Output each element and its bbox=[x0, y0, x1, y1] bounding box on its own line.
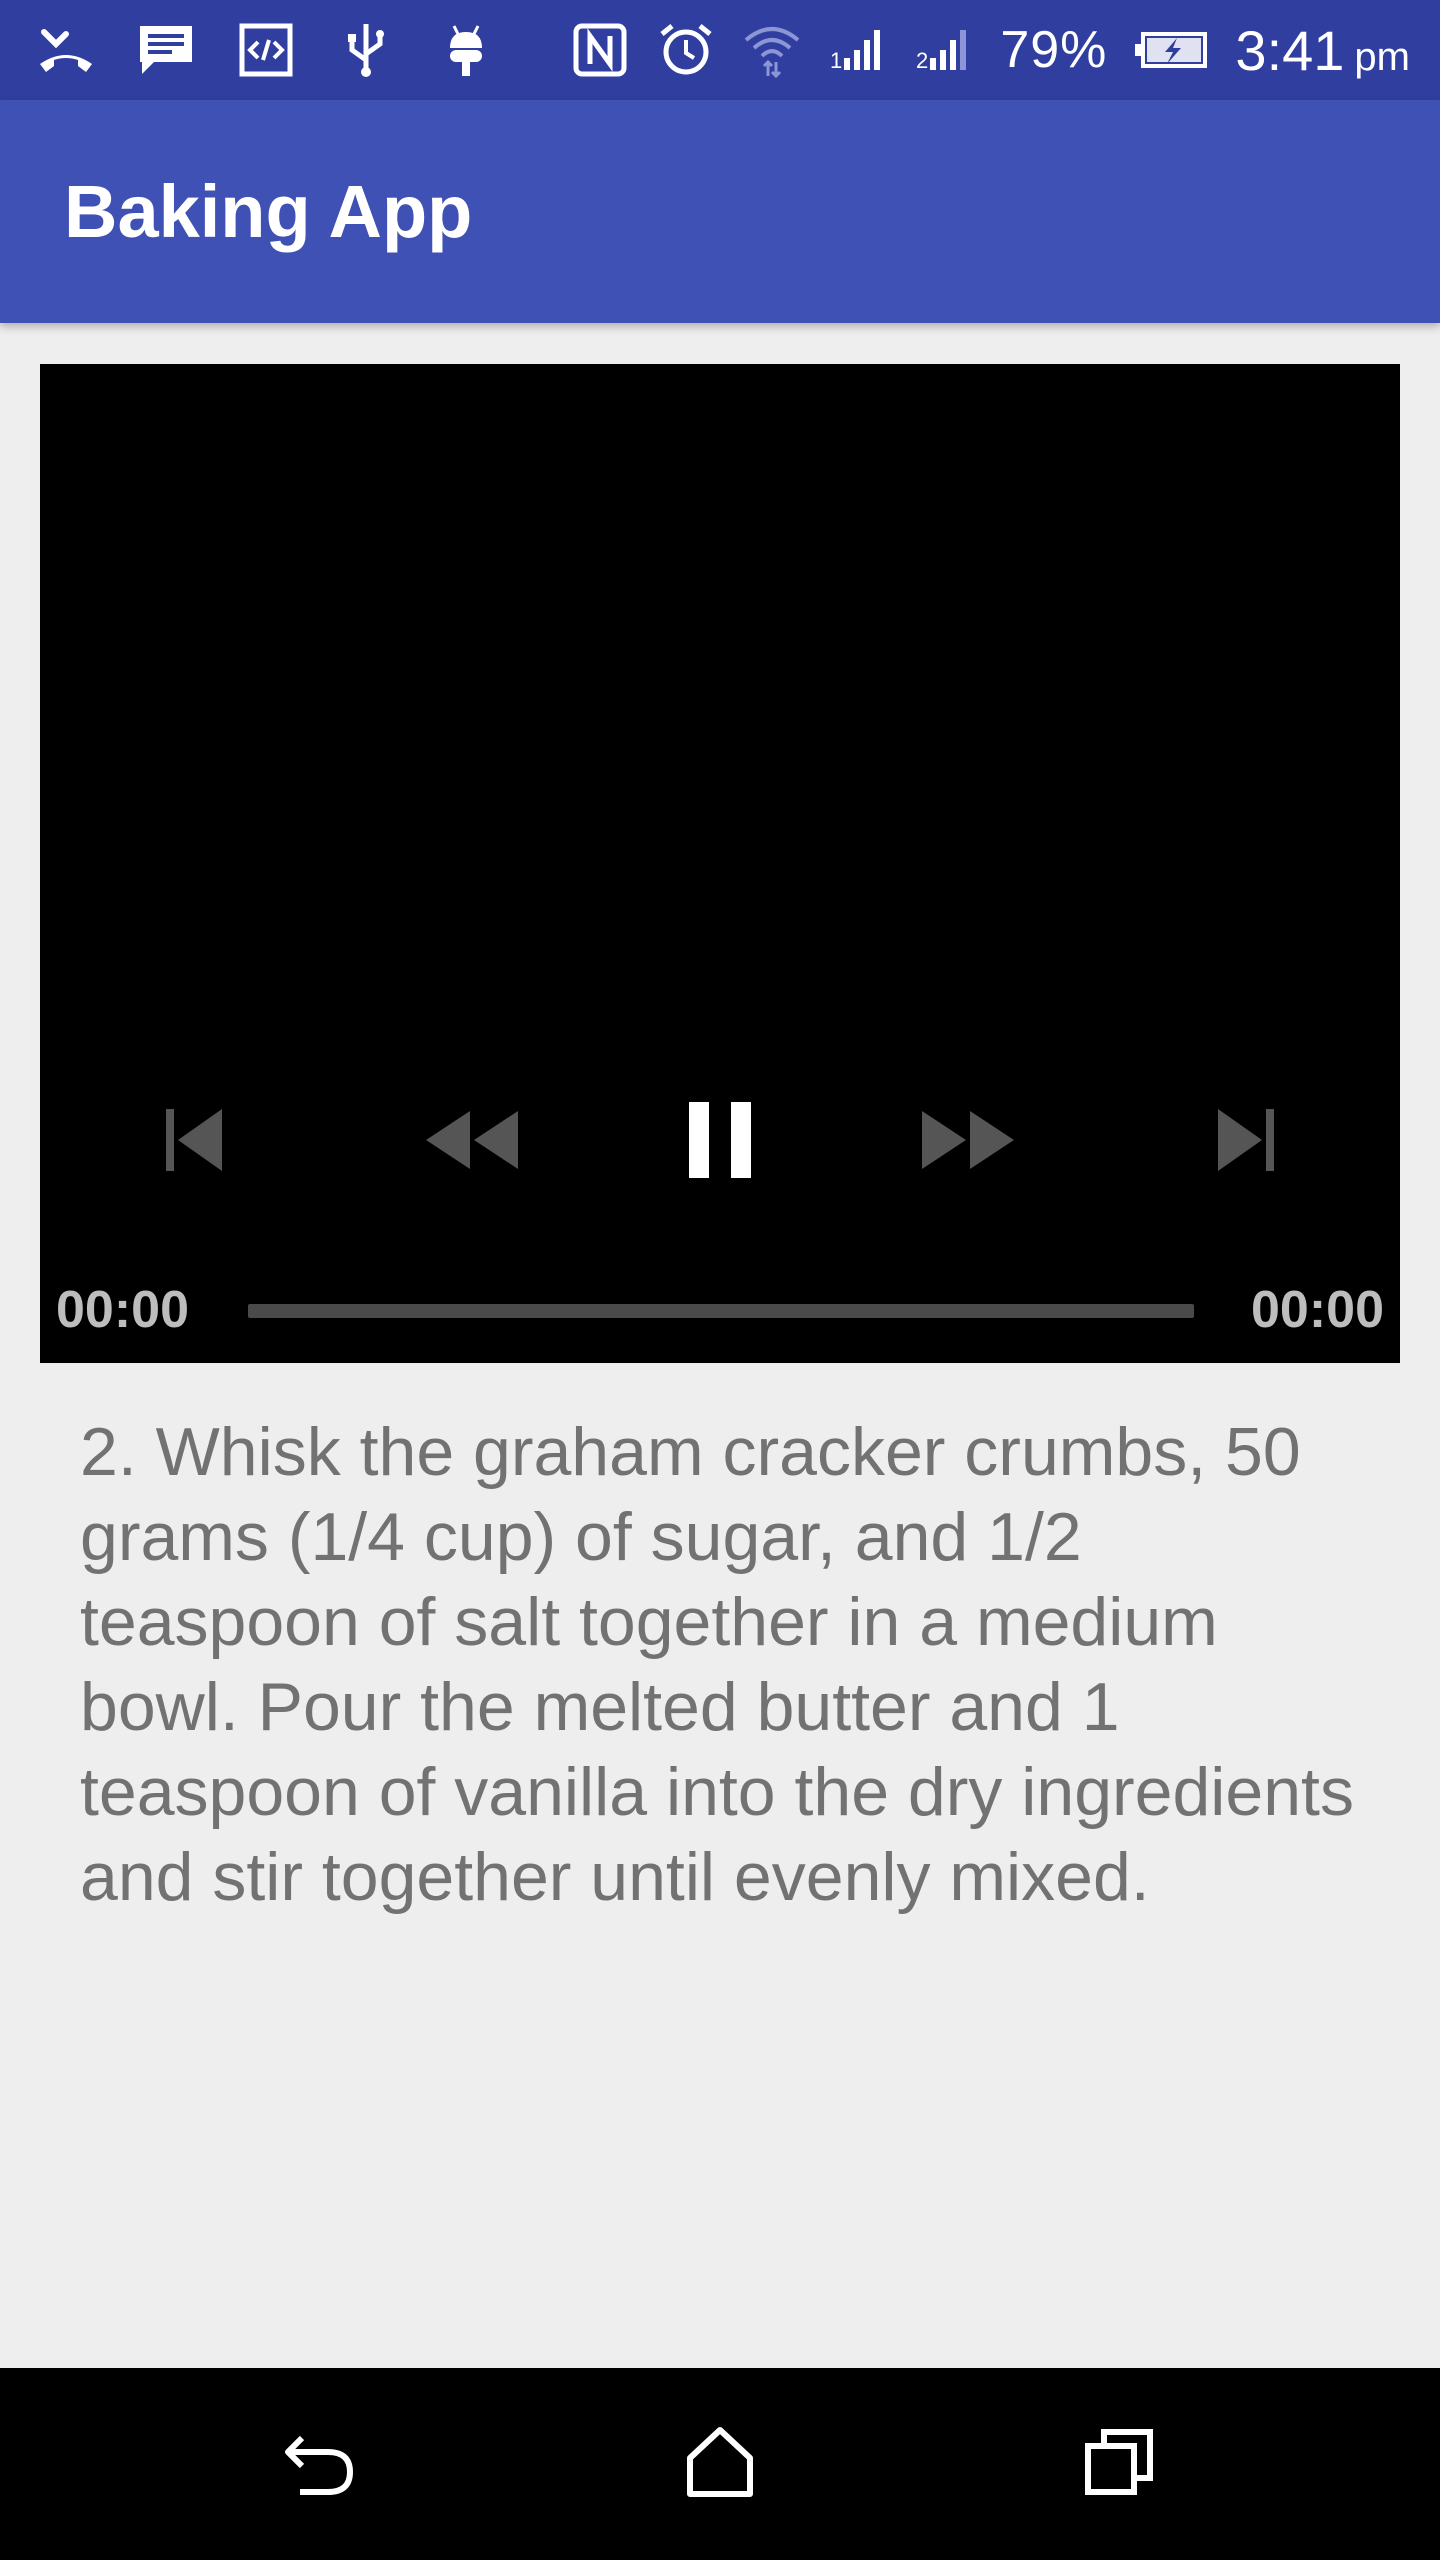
clock-ampm: pm bbox=[1354, 34, 1410, 79]
system-status-icons: 1 2 79% 3:41 pm bbox=[570, 0, 1410, 100]
home-icon bbox=[680, 2422, 760, 2507]
fast-forward-button[interactable] bbox=[903, 1085, 1033, 1195]
player-timeline: 00:00 00:00 bbox=[40, 1270, 1400, 1350]
developer-code-icon bbox=[236, 20, 296, 80]
fast-forward-icon bbox=[918, 1105, 1018, 1175]
app-title: Baking App bbox=[64, 170, 473, 253]
notification-icons bbox=[36, 0, 496, 100]
app-bar: Baking App bbox=[0, 100, 1440, 323]
previous-icon bbox=[158, 1105, 228, 1175]
home-button[interactable] bbox=[620, 2368, 820, 2560]
seek-bar[interactable] bbox=[248, 1304, 1194, 1318]
rewind-button[interactable] bbox=[407, 1085, 537, 1195]
wifi-icon bbox=[742, 20, 802, 80]
alarm-icon bbox=[656, 20, 716, 80]
pause-button[interactable] bbox=[655, 1085, 785, 1195]
step-description: 2. Whisk the graham cracker crumbs, 50 g… bbox=[80, 1414, 1354, 1915]
svg-text:1: 1 bbox=[830, 48, 842, 73]
signal-1-icon: 1 bbox=[828, 20, 888, 80]
android-debug-icon bbox=[436, 20, 496, 80]
next-button[interactable] bbox=[1182, 1085, 1312, 1195]
position-time: 00:00 bbox=[56, 1281, 189, 1339]
missed-call-icon bbox=[36, 20, 96, 80]
usb-icon bbox=[336, 20, 396, 80]
clock: 3:41 pm bbox=[1235, 18, 1410, 83]
video-player[interactable] bbox=[40, 364, 1400, 1363]
nfc-icon bbox=[570, 20, 630, 80]
battery-charging-icon bbox=[1133, 20, 1209, 80]
recents-button[interactable] bbox=[1020, 2368, 1220, 2560]
player-controls bbox=[40, 1085, 1400, 1195]
back-icon bbox=[280, 2422, 360, 2507]
svg-text:2: 2 bbox=[916, 48, 928, 73]
navigation-bar bbox=[0, 2368, 1440, 2560]
signal-2-icon: 2 bbox=[914, 20, 974, 80]
back-button[interactable] bbox=[220, 2368, 420, 2560]
message-icon bbox=[136, 20, 196, 80]
clock-time: 3:41 bbox=[1235, 18, 1345, 82]
pause-icon bbox=[685, 1100, 755, 1180]
battery-percentage: 79% bbox=[1000, 21, 1108, 79]
rewind-icon bbox=[422, 1105, 522, 1175]
previous-button[interactable] bbox=[128, 1085, 258, 1195]
duration-time: 00:00 bbox=[1251, 1281, 1384, 1339]
status-bar: 1 2 79% 3:41 pm bbox=[0, 0, 1440, 100]
next-icon bbox=[1212, 1105, 1282, 1175]
recents-icon bbox=[1080, 2422, 1160, 2507]
